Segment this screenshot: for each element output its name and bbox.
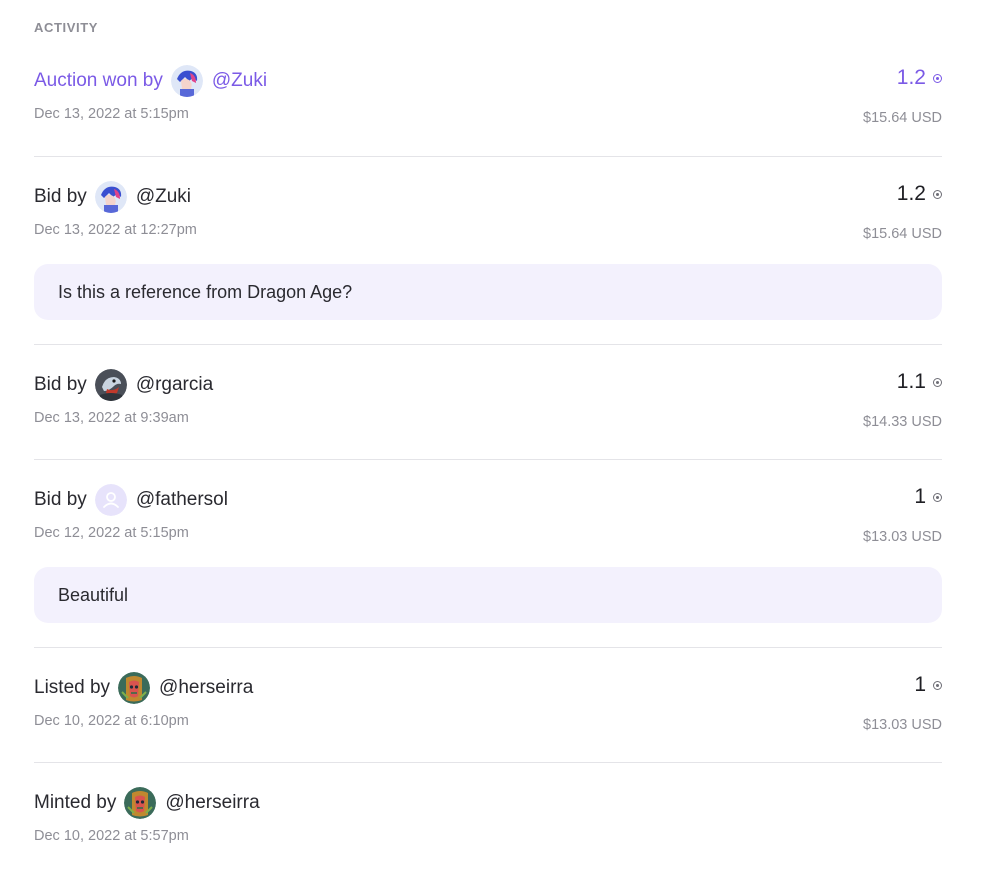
bid-amount: 1.1 <box>897 370 942 394</box>
section-title: ACTIVITY <box>34 20 99 35</box>
activity-panel: ACTIVITY Auction won by @Zuki 1.2 Dec 13… <box>0 0 981 880</box>
divider <box>34 459 942 460</box>
activity-item: Auction won by @Zuki 1.2 Dec 13, 2022 at <box>34 64 942 126</box>
activity-headline: Bid by @fathersol <box>34 483 228 517</box>
avatar[interactable] <box>170 65 203 97</box>
sol-icon <box>933 377 942 387</box>
sol-icon <box>933 189 942 199</box>
activity-date: Dec 12, 2022 at 5:15pm <box>34 525 189 541</box>
bid-comment: Is this a reference from Dragon Age? <box>34 264 942 320</box>
activity-action: Minted by <box>34 792 117 813</box>
avatar[interactable] <box>118 672 151 704</box>
usd-value: $15.64 USD <box>863 110 942 126</box>
user-handle-link[interactable]: @rgarcia <box>136 374 213 396</box>
activity-date: Dec 13, 2022 at 12:27pm <box>34 222 197 238</box>
divider <box>34 156 942 157</box>
usd-value: $13.03 USD <box>863 717 942 733</box>
user-handle-link[interactable]: @Zuki <box>212 70 267 92</box>
activity-action: Bid by <box>34 489 87 510</box>
amount-value: 1.2 <box>896 182 926 205</box>
bid-amount: 1 <box>914 485 942 509</box>
activity-headline: Minted by @herseirra <box>34 786 260 820</box>
activity-item: Minted by @herseirra Dec 10, 2022 at 5:5… <box>34 786 942 844</box>
activity-date: Dec 10, 2022 at 6:10pm <box>34 713 189 729</box>
activity-headline: Bid by @Zuki <box>34 180 191 214</box>
activity-item: Bid by @fathersol 1 Dec 12, 2022 at 5:15… <box>34 483 942 623</box>
sol-icon <box>933 680 942 690</box>
amount-value: 1.1 <box>896 370 926 393</box>
activity-date: Dec 13, 2022 at 9:39am <box>34 410 189 426</box>
bid-comment: Beautiful <box>34 567 942 623</box>
activity-action: Bid by <box>34 374 87 395</box>
divider <box>34 762 942 763</box>
activity-action: Bid by <box>34 186 87 207</box>
usd-value: $14.33 USD <box>863 414 942 430</box>
avatar[interactable] <box>94 181 127 213</box>
default-user-avatar[interactable] <box>94 484 127 516</box>
activity-headline: Auction won by @Zuki <box>34 64 267 98</box>
activity-item: Listed by @herseirra 1 Dec 10, 2022 at 6… <box>34 671 942 733</box>
usd-value: $13.03 USD <box>863 529 942 545</box>
activity-headline: Bid by @rgarcia <box>34 368 213 402</box>
user-handle-link[interactable]: @herseirra <box>159 677 253 699</box>
sol-icon <box>933 492 942 502</box>
amount-value: 1 <box>914 485 926 508</box>
divider <box>34 647 942 648</box>
amount-value: 1 <box>914 673 926 696</box>
activity-item: Bid by @Zuki 1.2 Dec 13, 2022 at 12:27pm <box>34 180 942 320</box>
bid-amount: 1.2 <box>897 182 942 206</box>
avatar[interactable] <box>124 787 157 819</box>
activity-item: Bid by @rgarcia 1.1 Dec 13, 2022 at 9:39 <box>34 368 942 430</box>
avatar[interactable] <box>94 369 127 401</box>
usd-value: $15.64 USD <box>863 226 942 242</box>
activity-action: Listed by <box>34 677 111 698</box>
user-handle-link[interactable]: @Zuki <box>136 186 191 208</box>
user-handle-link[interactable]: @fathersol <box>136 489 228 511</box>
activity-action: Auction won by <box>34 70 163 91</box>
activity-date: Dec 10, 2022 at 5:57pm <box>34 828 189 844</box>
bid-amount: 1 <box>914 673 942 697</box>
bid-amount: 1.2 <box>897 66 942 90</box>
activity-headline: Listed by @herseirra <box>34 671 253 705</box>
activity-date: Dec 13, 2022 at 5:15pm <box>34 106 189 122</box>
amount-value: 1.2 <box>896 66 926 89</box>
user-handle-link[interactable]: @herseirra <box>165 792 259 814</box>
sol-icon <box>933 73 942 83</box>
divider <box>34 344 942 345</box>
